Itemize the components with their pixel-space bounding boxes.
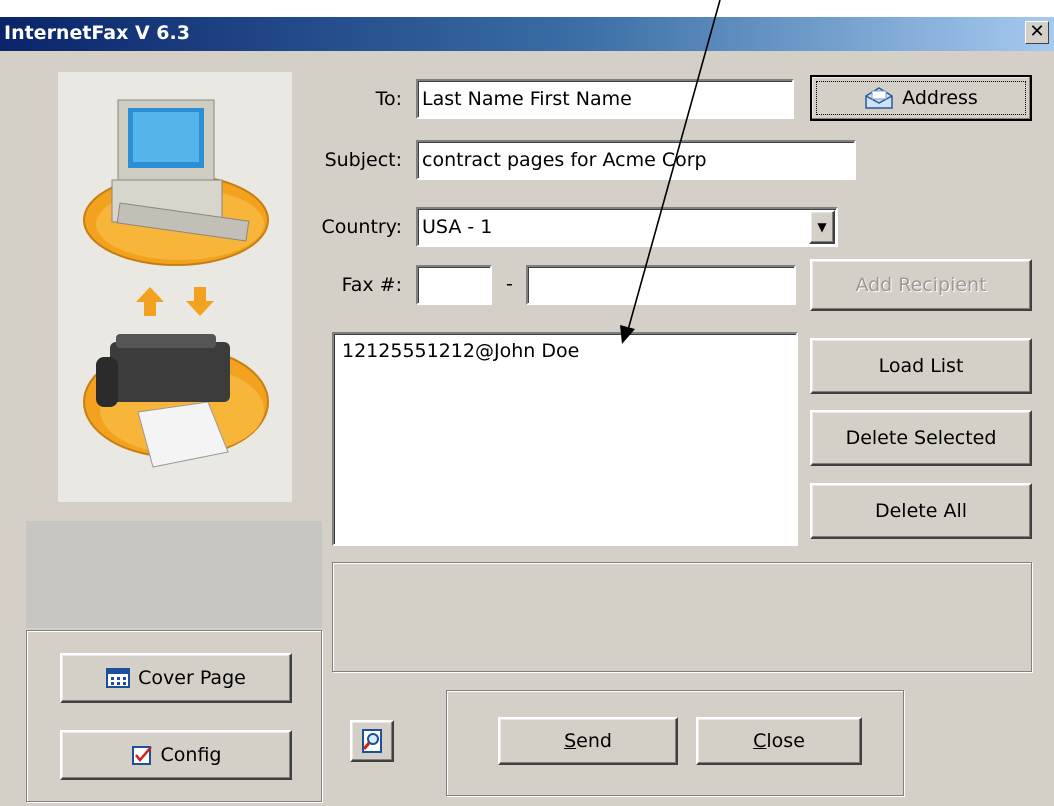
annotation-arrow (620, 0, 721, 344)
